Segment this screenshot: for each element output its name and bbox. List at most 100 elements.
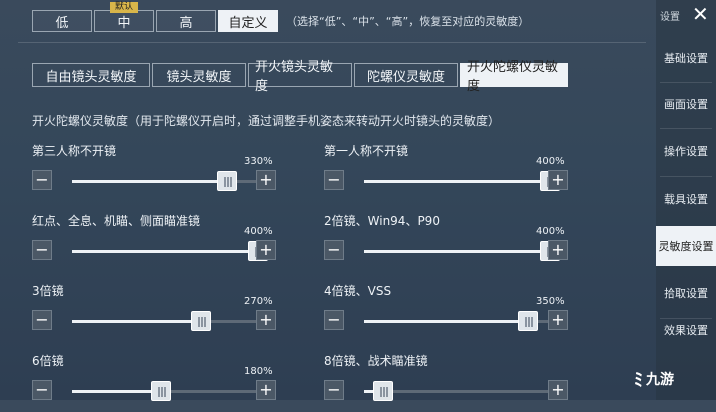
slider-track[interactable] <box>72 381 268 401</box>
sidebar-title: 设置 <box>660 12 680 23</box>
sensitivity-slider-row: 红点、全息、机瞄、侧面瞄准镜 400% − + <box>32 212 302 272</box>
increase-button[interactable]: + <box>548 380 568 400</box>
tab-fire-gyro[interactable]: 开火陀螺仪灵敏度 <box>460 60 568 94</box>
tab-label: 开火镜头灵敏度 <box>255 60 334 94</box>
decrease-button[interactable]: − <box>32 310 52 330</box>
slider-value: 180% <box>244 366 273 377</box>
slider-value: 270% <box>244 296 273 307</box>
section-description: 开火陀螺仪灵敏度（用于陀螺仪开启时，通过调整手机姿态来转动开火时镜头的灵敏度） <box>32 114 501 128</box>
tab-camera[interactable]: 镜头灵敏度 <box>152 63 246 87</box>
preset-low-button[interactable]: 低 <box>32 10 92 32</box>
sensitivity-slider-row: 第一人称不开镜 400% − + <box>324 142 594 202</box>
divider <box>660 176 712 177</box>
slider-track[interactable] <box>364 381 560 401</box>
slider-thumb[interactable] <box>217 171 237 191</box>
tab-label: 自由镜头灵敏度 <box>45 69 137 85</box>
decrease-button[interactable]: − <box>324 170 344 190</box>
slider-thumb[interactable] <box>151 381 171 401</box>
decrease-button[interactable]: − <box>324 310 344 330</box>
slider-fill <box>72 250 258 253</box>
slider-track[interactable] <box>364 241 560 261</box>
preset-bar: 低 默认中 高 自定义 （选择“低”、“中”、“高”，恢复至对应的灵敏度） <box>32 2 530 32</box>
decrease-button[interactable]: − <box>32 170 52 190</box>
slider-track[interactable] <box>72 171 268 191</box>
slider-label: 第一人称不开镜 <box>324 144 409 158</box>
slider-track[interactable] <box>72 311 268 331</box>
sensitivity-tabs: 自由镜头灵敏度 镜头灵敏度 开火镜头灵敏度 陀螺仪灵敏度 开火陀螺仪灵敏度 <box>32 60 570 94</box>
slider-label: 红点、全息、机瞄、侧面瞄准镜 <box>32 214 201 228</box>
slider-fill <box>72 320 201 323</box>
sensitivity-slider-row: 3倍镜 270% − + <box>32 282 302 342</box>
decrease-button[interactable]: − <box>32 380 52 400</box>
increase-button[interactable]: + <box>256 380 276 400</box>
slider-label: 8倍镜、战术瞄准镜 <box>324 354 428 368</box>
slider-label: 第三人称不开镜 <box>32 144 117 158</box>
slider-fill <box>72 180 227 183</box>
increase-button[interactable]: + <box>256 170 276 190</box>
preset-high-label: 高 <box>179 15 193 31</box>
decrease-button[interactable]: − <box>324 240 344 260</box>
watermark-logo: ﾐ 九游 <box>634 366 674 392</box>
increase-button[interactable]: + <box>548 170 568 190</box>
increase-button[interactable]: + <box>256 240 276 260</box>
slider-thumb[interactable] <box>191 311 211 331</box>
sidebar-header: 设置 ✕ <box>656 0 716 26</box>
preset-custom-button[interactable]: 自定义 <box>218 10 278 32</box>
divider <box>660 82 712 83</box>
slider-value: 350% <box>536 296 565 307</box>
decrease-button[interactable]: − <box>324 380 344 400</box>
preset-custom-label: 自定义 <box>228 15 268 31</box>
increase-button[interactable]: + <box>548 240 568 260</box>
slider-track[interactable] <box>364 171 560 191</box>
slider-fill <box>364 180 550 183</box>
divider <box>18 42 646 43</box>
logo-icon: ﾐ <box>634 370 643 391</box>
tab-fire-camera[interactable]: 开火镜头灵敏度 <box>248 60 352 94</box>
tab-label: 镜头灵敏度 <box>166 69 232 85</box>
default-badge: 默认 <box>109 2 139 13</box>
slider-value: 400% <box>536 226 565 237</box>
slider-label: 6倍镜 <box>32 354 64 368</box>
slider-value: 400% <box>244 226 273 237</box>
tab-label: 开火陀螺仪灵敏度 <box>467 60 559 94</box>
sensitivity-slider-row: 2倍镜、Win94、P90 400% − + <box>324 212 594 272</box>
watermark-text: 九游 <box>646 372 674 388</box>
tab-gyro[interactable]: 陀螺仪灵敏度 <box>354 63 458 87</box>
preset-high-button[interactable]: 高 <box>156 10 216 32</box>
slider-value: 330% <box>244 156 273 167</box>
slider-label: 2倍镜、Win94、P90 <box>324 214 440 228</box>
slider-fill <box>364 250 550 253</box>
sidebar-item-sensitivity[interactable]: 灵敏度设置 <box>656 226 716 266</box>
sidebar-item-graphics[interactable]: 画面设置 <box>656 84 716 124</box>
tab-label: 陀螺仪灵敏度 <box>366 69 445 85</box>
slider-thumb[interactable] <box>518 311 538 331</box>
slider-thumb[interactable] <box>373 381 393 401</box>
sensitivity-slider-row: 第三人称不开镜 330% − + <box>32 142 302 202</box>
increase-button[interactable]: + <box>256 310 276 330</box>
divider <box>660 318 712 319</box>
tab-free-camera[interactable]: 自由镜头灵敏度 <box>32 63 150 87</box>
sidebar-item-basic[interactable]: 基础设置 <box>656 38 716 78</box>
sensitivity-slider-row: 4倍镜、VSS 350% − + <box>324 282 594 342</box>
preset-low-label: 低 <box>55 15 69 31</box>
sensitivity-slider-row: 8倍镜、战术瞄准镜 − + <box>324 352 594 412</box>
divider <box>660 128 712 129</box>
sidebar-item-pickup[interactable]: 拾取设置 <box>656 273 716 313</box>
slider-track[interactable] <box>72 241 268 261</box>
preset-medium-button[interactable]: 默认中 <box>94 2 154 32</box>
slider-label: 3倍镜 <box>32 284 64 298</box>
sidebar-item-effects[interactable]: 效果设置 <box>656 320 716 342</box>
sensitivity-slider-row: 6倍镜 180% − + <box>32 352 302 412</box>
increase-button[interactable]: + <box>548 310 568 330</box>
decrease-button[interactable]: − <box>32 240 52 260</box>
sidebar-item-vehicle[interactable]: 载具设置 <box>656 179 716 219</box>
preset-medium-label: 中 <box>117 15 131 31</box>
close-icon[interactable]: ✕ <box>692 2 709 26</box>
preset-hint: （选择“低”、“中”、“高”，恢复至对应的灵敏度） <box>286 15 530 28</box>
slider-value: 400% <box>536 156 565 167</box>
slider-track[interactable] <box>364 311 560 331</box>
slider-label: 4倍镜、VSS <box>324 284 392 298</box>
slider-fill <box>72 390 161 393</box>
slider-fill <box>364 320 528 323</box>
sidebar-item-controls[interactable]: 操作设置 <box>656 131 716 171</box>
